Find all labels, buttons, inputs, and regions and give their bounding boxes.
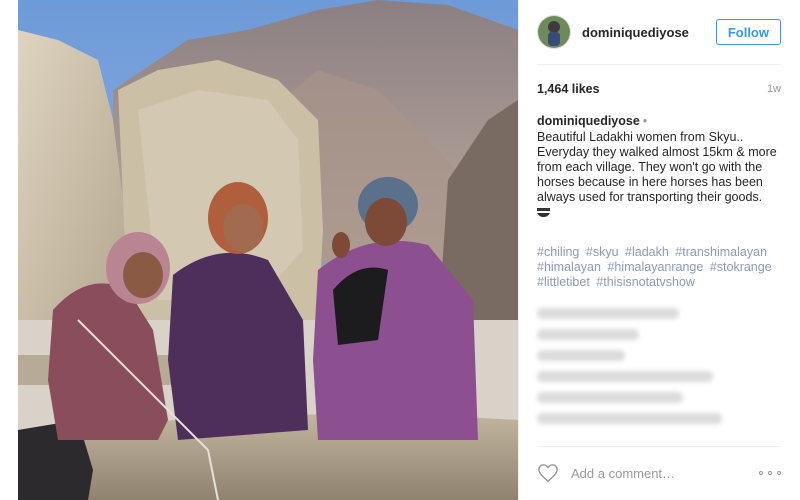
hashtag-link[interactable]: #himalayan	[537, 260, 601, 274]
emoji-icon	[537, 208, 550, 217]
post-header: dominiquediyose Follow	[537, 14, 781, 50]
avatar-image	[538, 16, 570, 48]
hashtag-link[interactable]: #skyu	[586, 245, 619, 259]
hashtag-link[interactable]: #transhimalayan	[675, 245, 767, 259]
dot-icon	[759, 471, 763, 475]
post-username[interactable]: dominiquediyose	[582, 25, 716, 40]
hashtag-list: #chiling #skyu #ladakh #transhimalayan #…	[537, 245, 781, 290]
likes-count[interactable]: 1,464 likes	[537, 82, 600, 96]
blurred-comments	[537, 308, 781, 434]
comment-input[interactable]	[569, 464, 759, 482]
hashtag-link[interactable]: #stokrange	[710, 260, 772, 274]
instagram-post: dominiquediyose Follow 1,464 likes 1w do…	[18, 0, 799, 500]
photo-illustration	[18, 0, 518, 500]
post-photo[interactable]	[18, 0, 518, 500]
blurred-comment	[537, 392, 684, 403]
caption-separator: •	[642, 114, 648, 128]
likes-row: 1,464 likes 1w	[537, 82, 781, 96]
heart-outline-icon[interactable]	[537, 463, 559, 483]
comment-bar	[537, 462, 781, 484]
header-divider	[537, 64, 781, 65]
blurred-comment	[537, 413, 723, 424]
dot-icon	[777, 471, 781, 475]
hashtag-link[interactable]: #ladakh	[625, 245, 669, 259]
follow-button[interactable]: Follow	[715, 19, 781, 45]
hashtag-link[interactable]: #chiling	[537, 245, 579, 259]
caption-username[interactable]: dominiquediyose	[537, 114, 640, 128]
post-side-panel: dominiquediyose Follow 1,464 likes 1w do…	[518, 0, 799, 500]
dot-icon	[768, 471, 772, 475]
blurred-comment	[537, 371, 713, 382]
footer-divider	[537, 446, 781, 447]
hashtag-link[interactable]: #himalayanrange	[607, 260, 703, 274]
hashtag-link[interactable]: #littletibet	[537, 275, 590, 289]
post-caption: dominiquediyose • Beautiful Ladakhi women…	[537, 114, 777, 221]
caption-text: Beautiful Ladakhi women from Skyu.. Ever…	[537, 130, 777, 204]
blurred-comment	[537, 350, 625, 361]
blurred-comment	[537, 329, 640, 340]
post-age[interactable]: 1w	[767, 83, 781, 95]
hashtag-link[interactable]: #thisisnotatvshow	[596, 275, 695, 289]
user-avatar[interactable]	[537, 15, 571, 49]
blurred-comment	[537, 308, 679, 319]
more-options-icon[interactable]	[759, 468, 781, 478]
